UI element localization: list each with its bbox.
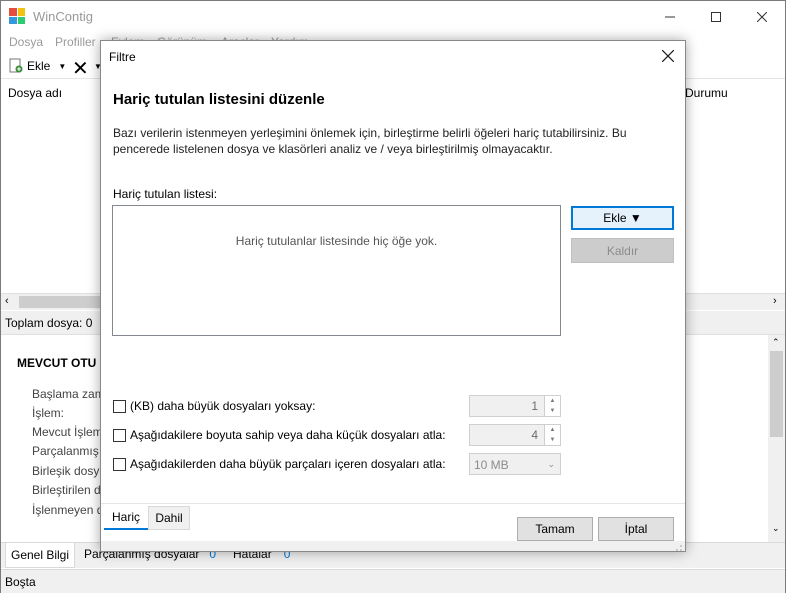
option-skip-large-fragments: Aşağıdakilerden daha büyük parçaları içe…: [113, 455, 446, 473]
option-label: Aşağıdakilere boyuta sahip veya daha küç…: [130, 428, 446, 442]
scroll-up-icon[interactable]: ⌃: [772, 337, 780, 348]
skip-large-fragments-checkbox[interactable]: [113, 457, 126, 471]
exclusion-list-empty-text: Hariç tutulanlar listesinde hiç öğe yok.: [235, 234, 438, 248]
chevron-down-icon: ▼: [58, 61, 67, 71]
tab-include[interactable]: Dahil: [148, 506, 190, 530]
add-file-icon: [9, 58, 23, 73]
dialog-title-bar: Filtre: [101, 41, 685, 71]
info-row: İşlenmeyen d: [32, 503, 104, 517]
option-label: (KB) daha büyük dosyaları yoksay:: [130, 399, 316, 413]
maximize-button[interactable]: [693, 1, 739, 32]
spinner-value: 1: [531, 399, 538, 413]
column-status[interactable]: Durumu: [685, 86, 728, 100]
info-row: İşlem:: [32, 406, 65, 420]
option-label: Aşağıdakilerden daha büyük parçaları içe…: [130, 457, 446, 471]
scroll-thumb[interactable]: [19, 296, 105, 308]
remove-icon[interactable]: ✕: [72, 56, 89, 81]
spin-down-icon[interactable]: ▼: [545, 435, 560, 445]
exclusion-list-label: Hariç tutulan listesi:: [113, 187, 218, 201]
spin-down-icon[interactable]: ▼: [545, 406, 560, 416]
vertical-scrollbar[interactable]: ⌃ ⌄: [768, 335, 785, 542]
status-bar: Boşta: [1, 569, 785, 593]
info-row: Mevcut İşlem: [32, 425, 103, 439]
skip-smaller-spinner[interactable]: 4 ▲ ▼: [469, 424, 561, 446]
info-row: Birleşik dosya: [32, 464, 107, 478]
resize-grip-icon[interactable]: [675, 541, 683, 551]
spin-up-icon[interactable]: ▲: [545, 396, 560, 406]
scroll-thumb[interactable]: [770, 351, 783, 437]
ok-button[interactable]: Tamam: [517, 517, 593, 541]
spin-up-icon[interactable]: ▲: [545, 425, 560, 435]
scroll-right-icon[interactable]: ›: [773, 295, 777, 307]
info-row: Parçalanmış d: [32, 444, 109, 458]
ignore-larger-checkbox[interactable]: [113, 399, 126, 413]
menu-file[interactable]: Dosya: [9, 35, 43, 49]
tab-exclude[interactable]: Hariç: [104, 506, 148, 530]
spinner-buttons[interactable]: ▲ ▼: [544, 425, 560, 445]
total-files: Toplam dosya: 0: [5, 316, 93, 330]
info-heading: MEVCUT OTU: [17, 356, 97, 370]
exclusion-list[interactable]: Hariç tutulanlar listesinde hiç öğe yok.: [112, 205, 561, 336]
option-ignore-larger: (KB) daha büyük dosyaları yoksay:: [113, 397, 315, 415]
toolbar-add-button[interactable]: Ekle ▼: [9, 58, 66, 74]
scroll-down-icon[interactable]: ⌄: [772, 523, 780, 534]
close-icon: [757, 11, 767, 22]
cancel-button[interactable]: İptal: [598, 517, 674, 541]
dialog-content: Hariç tutulan listesini düzenle Bazı ver…: [101, 71, 685, 541]
close-button[interactable]: [739, 1, 785, 32]
scroll-left-icon[interactable]: ‹: [5, 295, 9, 307]
info-row: Başlama zam: [32, 387, 105, 401]
close-icon: [662, 50, 674, 62]
option-skip-smaller: Aşağıdakilere boyuta sahip veya daha küç…: [113, 426, 446, 444]
maximize-icon: [711, 11, 721, 22]
info-row: Birleştirilen d: [32, 483, 101, 497]
select-value: 10 MB: [474, 458, 509, 472]
column-file-name[interactable]: Dosya adı: [8, 86, 62, 100]
dialog-description: Bazı verilerin istenmeyen yerleşimini ön…: [113, 126, 627, 156]
spinner-value: 4: [531, 428, 538, 442]
window-title: WinContig: [33, 9, 93, 24]
filter-dialog: Filtre Hariç tutulan listesini düzenle B…: [100, 40, 686, 552]
chevron-down-icon: ⌄: [547, 459, 555, 469]
dialog-heading: Hariç tutulan listesini düzenle: [113, 91, 325, 108]
dialog-title: Filtre: [109, 50, 136, 64]
status-text: Boşta: [5, 575, 36, 589]
tab-general-info[interactable]: Genel Bilgi: [5, 543, 75, 568]
app-icon: [9, 8, 25, 24]
tab-label: Genel Bilgi: [10, 548, 70, 562]
minimize-button[interactable]: [647, 1, 693, 32]
ignore-larger-spinner[interactable]: 1 ▲ ▼: [469, 395, 561, 417]
remove-button[interactable]: Kaldır: [571, 238, 674, 263]
spinner-buttons[interactable]: ▲ ▼: [544, 396, 560, 416]
dialog-close-button[interactable]: [657, 45, 679, 67]
fragment-size-select[interactable]: 10 MB ⌄: [469, 453, 561, 475]
add-button[interactable]: Ekle ▼: [571, 206, 674, 230]
skip-smaller-checkbox[interactable]: [113, 428, 126, 442]
menu-profiles[interactable]: Profiller: [55, 35, 96, 49]
title-bar: WinContig: [1, 1, 785, 32]
toolbar-add-label: Ekle: [27, 59, 51, 73]
minimize-icon: [665, 16, 675, 17]
